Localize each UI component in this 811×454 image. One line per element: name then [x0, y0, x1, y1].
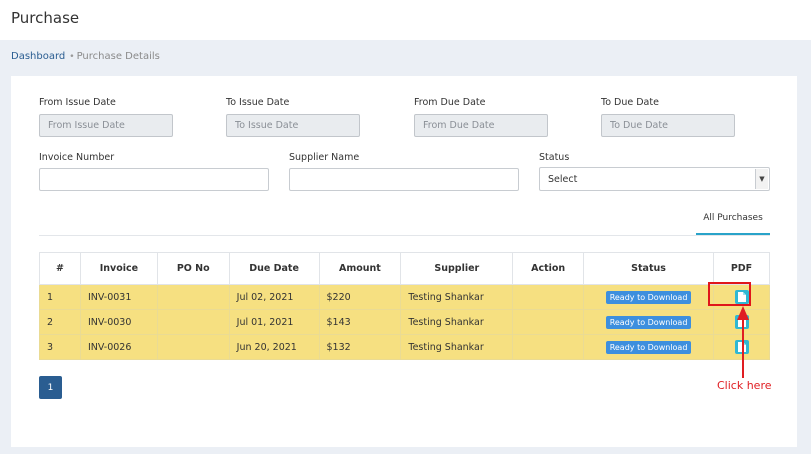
pdf-highlight-box — [708, 282, 751, 306]
row-number: 2 — [39, 309, 81, 335]
status-cell: Ready to Download — [583, 284, 714, 310]
breadcrumb-separator: • — [69, 52, 75, 62]
invoice-number-input[interactable] — [39, 168, 269, 191]
supplier: Testing Shankar — [400, 334, 514, 360]
header-number: # — [39, 252, 81, 285]
status-badge[interactable]: Ready to Download — [605, 315, 692, 329]
breadcrumb-dashboard-link[interactable]: Dashboard — [11, 51, 65, 62]
from-due-date-label: From Due Date — [414, 97, 486, 108]
status-cell: Ready to Download — [583, 334, 714, 360]
due-date: Jul 01, 2021 — [228, 309, 320, 335]
arrow-up-icon — [737, 306, 749, 378]
table-row: 2 INV-0030 Jul 01, 2021 $143 Testing Sha… — [39, 309, 770, 335]
row-number: 3 — [39, 334, 81, 360]
status-select-value: Select — [548, 174, 578, 185]
purchase-panel: From Issue Date To Issue Date From Due D… — [11, 76, 797, 447]
invoice-link[interactable]: INV-0026 — [79, 334, 158, 360]
header-po-no: PO No — [156, 252, 230, 285]
tab-all-purchases[interactable]: All Purchases — [696, 207, 770, 235]
from-due-date-input[interactable] — [414, 114, 548, 137]
top-header: Purchase — [0, 0, 811, 40]
caret-icon: ▼ — [755, 169, 768, 189]
po-number — [156, 309, 230, 335]
action-cell — [512, 309, 585, 335]
supplier: Testing Shankar — [400, 309, 514, 335]
header-amount: Amount — [318, 252, 402, 285]
to-due-date-label: To Due Date — [601, 97, 659, 108]
invoice-link[interactable]: INV-0030 — [79, 309, 158, 335]
due-date: Jul 02, 2021 — [228, 284, 320, 310]
status-badge[interactable]: Ready to Download — [605, 340, 692, 354]
status-select[interactable]: Select ▼ — [539, 167, 770, 191]
tab-divider — [39, 235, 770, 236]
header-due-date: Due Date — [228, 252, 320, 285]
header-pdf: PDF — [713, 252, 770, 285]
supplier-name-label: Supplier Name — [289, 152, 360, 163]
to-issue-date-input[interactable] — [226, 114, 360, 137]
table-row: 3 INV-0026 Jun 20, 2021 $132 Testing Sha… — [39, 334, 770, 360]
header-invoice: Invoice — [79, 252, 158, 285]
supplier-name-input[interactable] — [289, 168, 519, 191]
status-badge[interactable]: Ready to Download — [605, 290, 692, 304]
amount: $132 — [318, 334, 402, 360]
po-number — [156, 284, 230, 310]
to-due-date-input[interactable] — [601, 114, 735, 137]
amount: $143 — [318, 309, 402, 335]
header-action: Action — [512, 252, 585, 285]
action-cell — [512, 284, 585, 310]
header-status: Status — [583, 252, 714, 285]
invoice-number-label: Invoice Number — [39, 152, 115, 163]
amount: $220 — [318, 284, 402, 310]
table-row: 1 INV-0031 Jul 02, 2021 $220 Testing Sha… — [39, 284, 770, 310]
row-number: 1 — [39, 284, 81, 310]
breadcrumb: Dashboard • Purchase Details — [11, 51, 160, 62]
status-cell: Ready to Download — [583, 309, 714, 335]
po-number — [156, 334, 230, 360]
to-issue-date-label: To Issue Date — [226, 97, 290, 108]
action-cell — [512, 334, 585, 360]
due-date: Jun 20, 2021 — [228, 334, 320, 360]
breadcrumb-current: Purchase Details — [76, 51, 160, 62]
header-supplier: Supplier — [400, 252, 514, 285]
table-header-row: # Invoice PO No Due Date Amount Supplier… — [39, 252, 770, 285]
pagination-page-button[interactable]: 1 — [39, 376, 62, 399]
invoice-link[interactable]: INV-0031 — [79, 284, 158, 310]
supplier: Testing Shankar — [400, 284, 514, 310]
status-label: Status — [539, 152, 570, 163]
from-issue-date-label: From Issue Date — [39, 97, 116, 108]
page-title: Purchase — [11, 9, 80, 27]
from-issue-date-input[interactable] — [39, 114, 173, 137]
click-here-annotation: Click here — [717, 379, 772, 392]
purchase-table: # Invoice PO No Due Date Amount Supplier… — [39, 252, 770, 360]
